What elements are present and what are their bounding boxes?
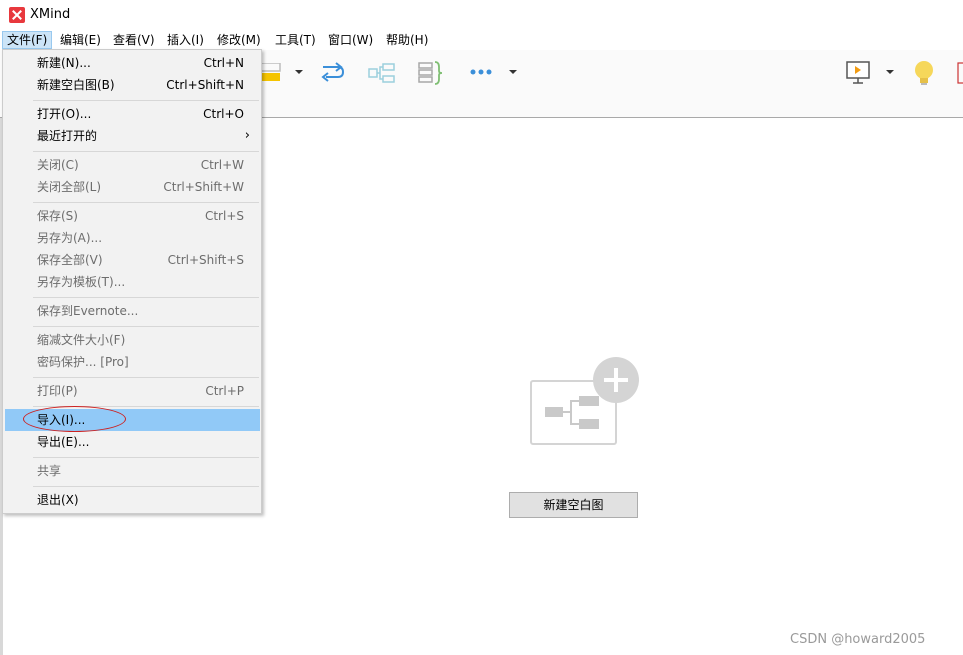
menu-item-export[interactable]: 导出(E)... xyxy=(5,431,260,453)
menu-item-save-to-evernote[interactable]: 保存到Evernote... xyxy=(5,300,260,322)
menu-separator xyxy=(33,202,259,203)
chevron-down-icon[interactable] xyxy=(885,68,895,76)
menu-item-new-blank-map[interactable]: 新建空白图(B) Ctrl+Shift+N xyxy=(5,74,260,96)
idea-bulb-icon[interactable] xyxy=(912,59,936,87)
menu-modify[interactable]: 修改(M) xyxy=(213,31,265,49)
menu-item-password[interactable]: 密码保护... [Pro] xyxy=(5,351,260,373)
menu-item-save-as-template[interactable]: 另存为模板(T)... xyxy=(5,271,260,293)
panel-edge-icon xyxy=(957,62,963,84)
more-icon[interactable] xyxy=(470,69,492,75)
xmind-logo-icon xyxy=(9,7,25,23)
annotation-ellipse xyxy=(23,406,126,432)
menu-help[interactable]: 帮助(H) xyxy=(382,31,432,49)
menu-item-save[interactable]: 保存(S) Ctrl+S xyxy=(5,205,260,227)
menu-item-open[interactable]: 打开(O)... Ctrl+O xyxy=(5,103,260,125)
menu-edit[interactable]: 编辑(E) xyxy=(56,31,105,49)
file-menu-dropdown: 新建(N)... Ctrl+N 新建空白图(B) Ctrl+Shift+N 打开… xyxy=(2,49,262,514)
summary-icon[interactable] xyxy=(418,61,444,85)
menu-item-save-as[interactable]: 另存为(A)... xyxy=(5,227,260,249)
window-title: XMind xyxy=(30,7,71,22)
menu-item-exit[interactable]: 退出(X) xyxy=(5,489,260,511)
menu-item-print[interactable]: 打印(P) Ctrl+P xyxy=(5,380,260,402)
submenu-arrow-icon: › xyxy=(244,128,250,143)
menu-separator xyxy=(33,457,259,458)
menu-separator xyxy=(33,326,259,327)
watermark: CSDN @howard2005 xyxy=(790,632,926,647)
summary-structure-icon[interactable] xyxy=(368,62,396,84)
menu-item-close-all[interactable]: 关闭全部(L) Ctrl+Shift+W xyxy=(5,176,260,198)
menu-item-share[interactable]: 共享 xyxy=(5,460,260,482)
chevron-down-icon[interactable] xyxy=(294,68,304,76)
menu-file[interactable]: 文件(F) xyxy=(2,31,53,49)
menu-item-new[interactable]: 新建(N)... Ctrl+N xyxy=(5,52,260,74)
menu-item-save-all[interactable]: 保存全部(V) Ctrl+Shift+S xyxy=(5,249,260,271)
menu-window[interactable]: 窗口(W) xyxy=(324,31,377,49)
menu-item-close[interactable]: 关闭(C) Ctrl+W xyxy=(5,154,260,176)
plus-icon xyxy=(593,357,639,403)
menu-separator xyxy=(33,486,259,487)
menu-insert[interactable]: 插入(I) xyxy=(163,31,208,49)
chevron-down-icon[interactable] xyxy=(508,68,518,76)
menu-separator xyxy=(33,297,259,298)
menu-separator xyxy=(33,377,259,378)
menu-item-reduce-size[interactable]: 缩减文件大小(F) xyxy=(5,329,260,351)
menu-view[interactable]: 查看(V) xyxy=(109,31,159,49)
menu-item-recent[interactable]: 最近打开的 › xyxy=(5,125,260,147)
menu-tools[interactable]: 工具(T) xyxy=(271,31,320,49)
menu-separator xyxy=(33,100,259,101)
presentation-icon[interactable] xyxy=(845,61,871,85)
menu-separator xyxy=(33,151,259,152)
menu-bar: 文件(F) 编辑(E) 查看(V) 插入(I) 修改(M) 工具(T) 窗口(W… xyxy=(0,30,963,50)
new-blank-map-button[interactable]: 新建空白图 xyxy=(509,492,638,518)
relationship-icon[interactable] xyxy=(320,62,346,84)
title-bar: XMind xyxy=(0,0,963,30)
